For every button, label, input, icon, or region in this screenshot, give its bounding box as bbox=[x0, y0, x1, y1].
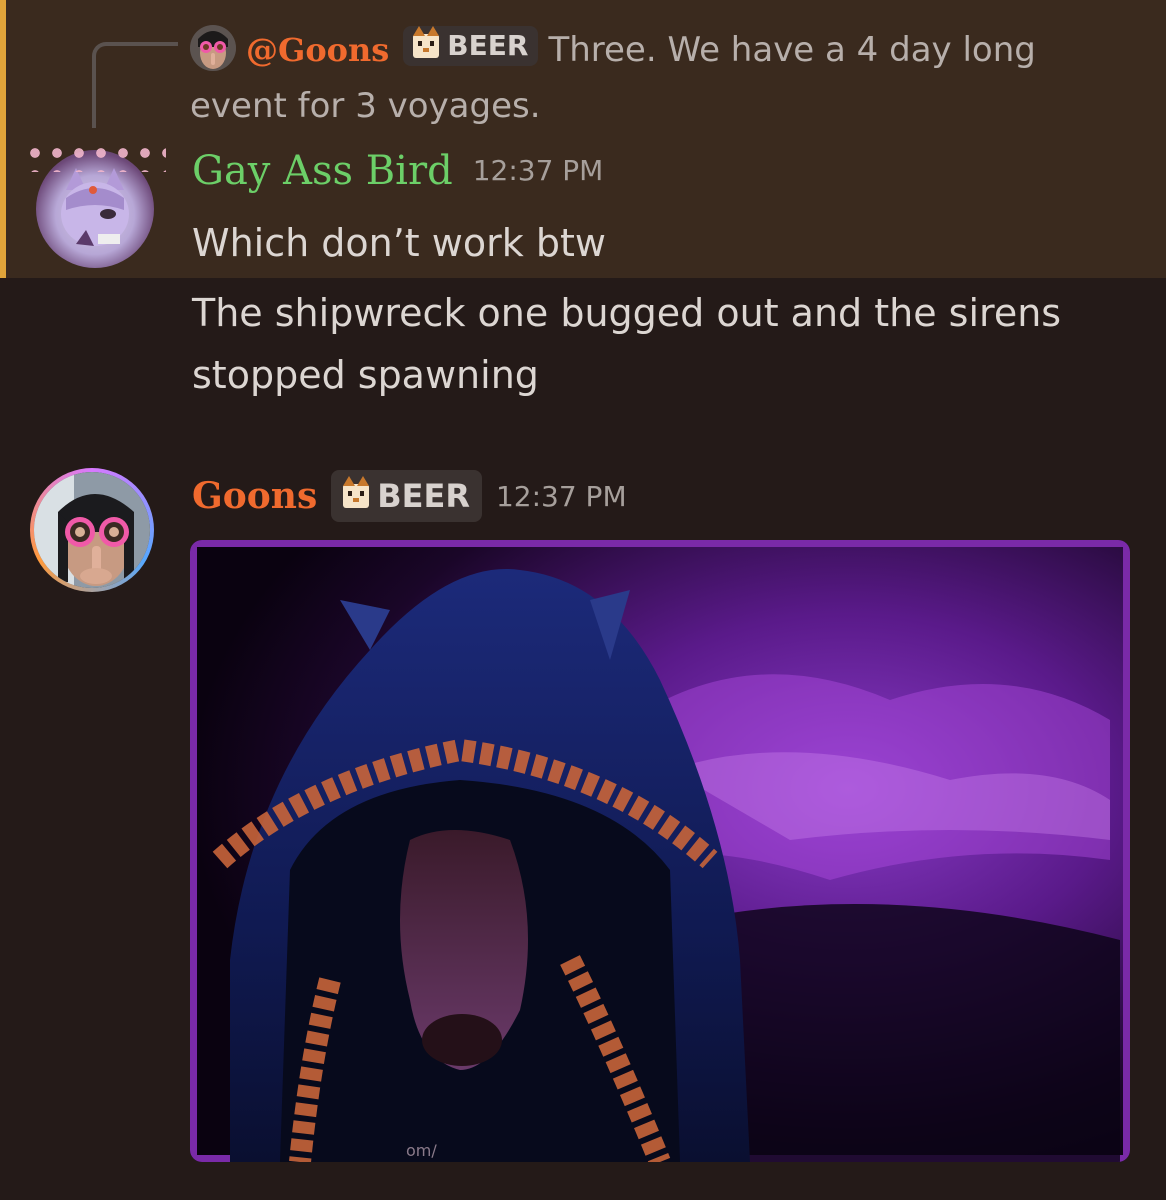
message-text: Which don’t work btw bbox=[192, 221, 606, 265]
avatar-decoration bbox=[24, 142, 166, 172]
message-header: Gay Ass Bird 12:37 PM bbox=[192, 148, 603, 194]
timestamp[interactable]: 12:37 PM bbox=[496, 480, 627, 513]
author-name[interactable]: Goons bbox=[192, 475, 317, 517]
message-header: Goons BEER 12:37 PM bbox=[192, 470, 627, 522]
reply-preview[interactable]: @Goons BEER Three. We have a 4 day long ev… bbox=[190, 22, 1090, 134]
badge-label: BEER bbox=[377, 477, 470, 515]
role-badge: BEER bbox=[331, 470, 482, 522]
reply-badge-label: BEER bbox=[447, 29, 529, 62]
reply-avatar[interactable] bbox=[190, 25, 236, 71]
cat-icon bbox=[413, 26, 440, 58]
chat-view: @Goons BEER Three. We have a 4 day long ev… bbox=[0, 0, 1166, 1200]
message-text: The shipwreck one bugged out and the sir… bbox=[192, 291, 1062, 397]
reply-author-mention[interactable]: @Goons bbox=[246, 31, 389, 69]
reply-role-badge: BEER bbox=[403, 26, 539, 66]
image-caption: om/ bbox=[406, 1141, 437, 1160]
avatar[interactable] bbox=[30, 468, 154, 592]
cat-icon bbox=[343, 476, 370, 508]
reply-spine bbox=[92, 42, 178, 128]
author-name[interactable]: Gay Ass Bird bbox=[192, 148, 453, 194]
image-attachment[interactable]: om/ bbox=[190, 540, 1130, 1162]
timestamp[interactable]: 12:37 PM bbox=[473, 154, 604, 187]
mention-highlight-bar bbox=[0, 0, 6, 278]
